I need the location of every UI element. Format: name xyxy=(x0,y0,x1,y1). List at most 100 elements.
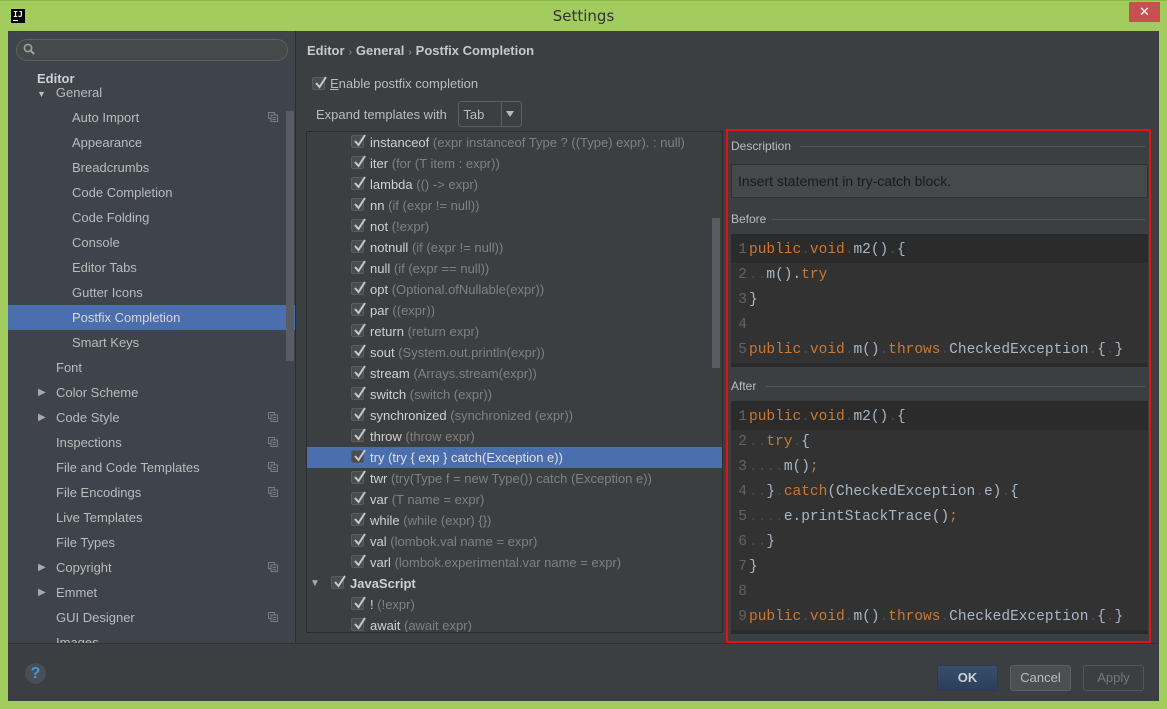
code-token: e) xyxy=(983,484,1002,500)
template-checkbox[interactable] xyxy=(351,323,366,337)
enable-postfix-checkbox[interactable] xyxy=(312,76,327,91)
sidebar-item-inspections[interactable]: Inspections xyxy=(8,430,295,455)
sidebar-item-gutter-icons[interactable]: Gutter Icons xyxy=(8,280,295,305)
expanded-arrow-icon[interactable]: ▼ xyxy=(310,573,320,594)
template-checkbox[interactable] xyxy=(351,617,366,631)
template-row[interactable]: twr (try(Type f = new Type()) catch (Exc… xyxy=(307,468,722,489)
template-checkbox[interactable] xyxy=(351,260,366,274)
template-row[interactable]: opt (Optional.ofNullable(expr)) xyxy=(307,279,722,300)
section-divider xyxy=(772,219,1145,220)
template-checkbox[interactable] xyxy=(351,428,366,442)
sidebar-item-copyright[interactable]: ▶ Copyright xyxy=(8,555,295,580)
ok-button[interactable]: OK xyxy=(937,665,998,691)
sidebar-item-code-style[interactable]: ▶ Code Style xyxy=(8,405,295,430)
template-checkbox[interactable] xyxy=(351,491,366,505)
template-row[interactable]: lambda (() -> expr) xyxy=(307,174,722,195)
template-checkbox[interactable] xyxy=(351,218,366,232)
sidebar-item-label: Live Templates xyxy=(56,510,143,525)
template-checkbox[interactable] xyxy=(351,134,366,148)
expand-key-dropdown[interactable]: Tab xyxy=(458,101,523,127)
template-row[interactable]: iter (for (T item : expr)) xyxy=(307,153,722,174)
code-token: . xyxy=(1088,342,1098,358)
sidebar-item-font[interactable]: Font xyxy=(8,355,295,380)
template-row[interactable]: while (while (expr) {}) xyxy=(307,510,722,531)
sidebar-item-label: Code Completion xyxy=(72,185,173,200)
template-checkbox[interactable] xyxy=(351,470,366,484)
template-description: (lombok.experimental.var name = expr) xyxy=(394,555,622,570)
sidebar-item-images[interactable]: Images xyxy=(8,630,295,643)
code-token: m() xyxy=(783,459,810,475)
template-description: (lombok.val name = expr) xyxy=(390,534,538,549)
template-row[interactable]: stream (Arrays.stream(expr)) xyxy=(307,363,722,384)
line-number: 3 xyxy=(738,459,747,475)
enable-postfix-label: Enable postfix completion xyxy=(330,76,479,92)
sidebar-item-auto-import[interactable]: Auto Import xyxy=(8,105,295,130)
template-row[interactable]: try (try { exp } catch(Exception e)) xyxy=(307,447,722,468)
template-checkbox[interactable] xyxy=(351,176,366,190)
template-row[interactable]: null (if (expr == null)) xyxy=(307,258,722,279)
sidebar-item-editor-tabs[interactable]: Editor Tabs xyxy=(8,255,295,280)
sidebar-item-postfix-completion[interactable]: Postfix Completion xyxy=(8,305,295,330)
template-checkbox[interactable] xyxy=(351,155,366,169)
sidebar-item-smart-keys[interactable]: Smart Keys xyxy=(8,330,295,355)
template-checkbox[interactable] xyxy=(351,344,366,358)
apply-button[interactable]: Apply xyxy=(1083,665,1144,691)
templates-scrollbar[interactable] xyxy=(712,218,720,368)
template-row[interactable]: varl (lombok.experimental.var name = exp… xyxy=(307,552,722,573)
sidebar-item-label: Code Folding xyxy=(72,210,150,225)
sidebar-item-file-encodings[interactable]: File Encodings xyxy=(8,480,295,505)
template-row[interactable]: synchronized (synchronized (expr)) xyxy=(307,405,722,426)
template-group-javascript[interactable]: ▼ JavaScript xyxy=(307,573,722,594)
template-checkbox[interactable] xyxy=(351,239,366,253)
template-row[interactable]: throw (throw expr) xyxy=(307,426,722,447)
template-checkbox[interactable] xyxy=(351,407,366,421)
close-button[interactable]: ✕ xyxy=(1129,2,1160,22)
template-row[interactable]: return (return expr) xyxy=(307,321,722,342)
code-token: .. xyxy=(749,484,767,500)
cancel-button[interactable]: Cancel xyxy=(1010,665,1071,691)
template-row[interactable]: nn (if (expr != null)) xyxy=(307,195,722,216)
template-checkbox[interactable] xyxy=(351,197,366,211)
sidebar-item-live-templates[interactable]: Live Templates xyxy=(8,505,295,530)
template-checkbox[interactable] xyxy=(351,302,366,316)
template-row[interactable]: val (lombok.val name = expr) xyxy=(307,531,722,552)
tree-item-editor[interactable]: Editor xyxy=(37,71,75,86)
template-checkbox[interactable] xyxy=(351,386,366,400)
help-button[interactable]: ? xyxy=(24,662,47,685)
template-row[interactable]: await (await expr) xyxy=(307,615,722,633)
sidebar-item-console[interactable]: Console xyxy=(8,230,295,255)
sidebar-item-color-scheme[interactable]: ▶ Color Scheme xyxy=(8,380,295,405)
sidebar-item-file-types[interactable]: File Types xyxy=(8,530,295,555)
search-input[interactable] xyxy=(16,39,288,61)
template-description: (if (expr == null)) xyxy=(393,261,490,276)
sidebar-item-breadcrumbs[interactable]: Breadcrumbs xyxy=(8,155,295,180)
template-row[interactable]: par ((expr)) xyxy=(307,300,722,321)
template-row[interactable]: ! (!expr) xyxy=(307,594,722,615)
template-checkbox[interactable] xyxy=(351,365,366,379)
checkmark-icon xyxy=(354,218,366,231)
sidebar-item-code-folding[interactable]: Code Folding xyxy=(8,205,295,230)
template-row[interactable]: switch (switch (expr)) xyxy=(307,384,722,405)
sidebar-item-emmet[interactable]: ▶ Emmet xyxy=(8,580,295,605)
template-row[interactable]: var (T name = expr) xyxy=(307,489,722,510)
template-checkbox[interactable] xyxy=(351,554,366,568)
template-row[interactable]: not (!expr) xyxy=(307,216,722,237)
sidebar-item-code-completion[interactable]: Code Completion xyxy=(8,180,295,205)
enable-postfix-checkbox-row[interactable]: Enable postfix completion xyxy=(312,75,478,91)
line-number: 2 xyxy=(738,267,747,283)
tree-item-general[interactable]: ▼ General xyxy=(37,85,102,97)
sidebar-item-gui-designer[interactable]: GUI Designer xyxy=(8,605,295,630)
template-checkbox[interactable] xyxy=(331,575,346,589)
template-checkbox[interactable] xyxy=(351,281,366,295)
sidebar-scrollbar[interactable] xyxy=(286,111,294,361)
sidebar-item-appearance[interactable]: Appearance xyxy=(8,130,295,155)
template-checkbox[interactable] xyxy=(351,596,366,610)
template-checkbox[interactable] xyxy=(351,512,366,526)
template-checkbox[interactable] xyxy=(351,449,366,463)
template-row[interactable]: instanceof (expr instanceof Type ? ((Typ… xyxy=(307,132,722,153)
template-row[interactable]: notnull (if (expr != null)) xyxy=(307,237,722,258)
sidebar-item-file-and-code-templates[interactable]: File and Code Templates xyxy=(8,455,295,480)
template-checkbox[interactable] xyxy=(351,533,366,547)
template-description: (await expr) xyxy=(403,618,472,633)
template-row[interactable]: sout (System.out.println(expr)) xyxy=(307,342,722,363)
